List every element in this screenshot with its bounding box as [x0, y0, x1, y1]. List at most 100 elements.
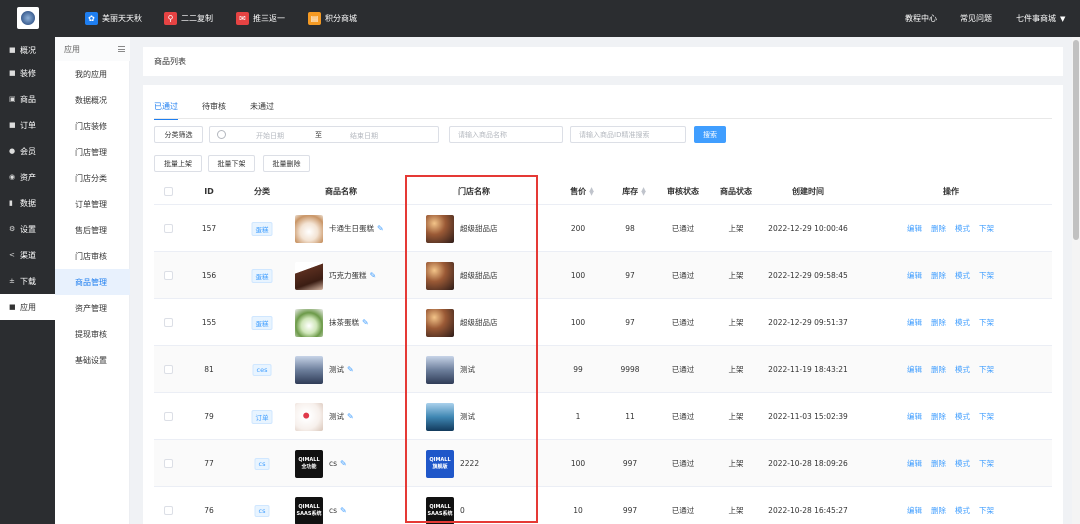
- nav-item-members[interactable]: ● 会员: [0, 138, 55, 164]
- goods-thumbnail[interactable]: QIMALL SAAS系统: [295, 496, 323, 524]
- tab-approved[interactable]: 已通过: [154, 101, 178, 120]
- offline-link[interactable]: 下架: [979, 458, 994, 469]
- shop-menu[interactable]: 七件事商城 ▼: [1016, 13, 1065, 24]
- menu-icon[interactable]: [118, 46, 125, 52]
- page-scrollbar[interactable]: [1072, 37, 1080, 524]
- goods-thumbnail[interactable]: [295, 308, 323, 337]
- subnav-item-goods-manage[interactable]: 商品管理: [55, 269, 130, 295]
- edit-link[interactable]: 编辑: [907, 317, 922, 328]
- sort-icon[interactable]: ▲ ▼: [589, 186, 594, 196]
- col-stock[interactable]: 库存 ▲ ▼: [622, 178, 646, 205]
- subnav-item-my-apps[interactable]: 我的应用: [55, 61, 130, 87]
- logo[interactable]: [17, 7, 39, 29]
- goods-name-input[interactable]: 请输入商品名称: [449, 126, 563, 143]
- nav-item-assets[interactable]: ◉ 资产: [0, 164, 55, 190]
- search-button[interactable]: 搜索: [694, 126, 726, 143]
- tutorial-link[interactable]: 教程中心: [905, 13, 937, 24]
- goods-thumbnail[interactable]: QIMALL 全功能: [295, 449, 323, 478]
- mode-link[interactable]: 模式: [955, 223, 970, 234]
- nav-item-download[interactable]: ± 下载: [0, 268, 55, 294]
- subnav-item-aftersale[interactable]: 售后管理: [55, 217, 130, 243]
- subnav-item-store-manage[interactable]: 门店管理: [55, 139, 130, 165]
- offline-link[interactable]: 下架: [979, 505, 994, 516]
- edit-pencil-icon[interactable]: ✎: [347, 365, 354, 374]
- top-link-3[interactable]: ▤ 积分商城: [308, 11, 357, 25]
- end-date-input[interactable]: 结束日期: [350, 131, 378, 141]
- scrollbar-thumb[interactable]: [1073, 40, 1079, 240]
- nav-item-apps[interactable]: ■ 应用: [0, 294, 55, 320]
- delete-link[interactable]: 删除: [931, 223, 946, 234]
- delete-link[interactable]: 删除: [931, 364, 946, 375]
- date-range-picker[interactable]: 开始日期 至 结束日期: [209, 126, 439, 143]
- start-date-input[interactable]: 开始日期: [256, 131, 284, 141]
- nav-item-settings[interactable]: ⚙ 设置: [0, 216, 55, 242]
- mode-link[interactable]: 模式: [955, 411, 970, 422]
- select-all-checkbox[interactable]: [164, 187, 173, 196]
- edit-pencil-icon[interactable]: ✎: [362, 318, 369, 327]
- offline-link[interactable]: 下架: [979, 223, 994, 234]
- nav-item-data[interactable]: ▮ 数据: [0, 190, 55, 216]
- subnav-item-basic-settings[interactable]: 基础设置: [55, 347, 130, 373]
- edit-pencil-icon[interactable]: ✎: [340, 506, 347, 515]
- goods-thumbnail[interactable]: [295, 214, 323, 243]
- category-filter-button[interactable]: 分类筛选: [154, 126, 203, 143]
- goods-id-input[interactable]: 请输入商品ID精准搜索: [570, 126, 686, 143]
- edit-pencil-icon[interactable]: ✎: [347, 412, 354, 421]
- row-checkbox[interactable]: [164, 412, 173, 421]
- edit-link[interactable]: 编辑: [907, 364, 922, 375]
- row-checkbox[interactable]: [164, 318, 173, 327]
- goods-thumbnail[interactable]: [295, 402, 323, 431]
- goods-thumbnail[interactable]: [295, 355, 323, 384]
- nav-item-channels[interactable]: < 渠道: [0, 242, 55, 268]
- offline-link[interactable]: 下架: [979, 317, 994, 328]
- delete-link[interactable]: 删除: [931, 458, 946, 469]
- top-link-2[interactable]: ✉ 推三返一: [236, 11, 285, 25]
- row-checkbox[interactable]: [164, 506, 173, 515]
- nav-item-orders[interactable]: ■ 订单: [0, 112, 55, 138]
- batch-offline-button[interactable]: 批量下架: [208, 155, 255, 172]
- delete-link[interactable]: 删除: [931, 505, 946, 516]
- edit-pencil-icon[interactable]: ✎: [340, 459, 347, 468]
- edit-pencil-icon[interactable]: ✎: [370, 271, 377, 280]
- faq-link[interactable]: 常见问题: [960, 13, 992, 24]
- row-checkbox[interactable]: [164, 271, 173, 280]
- subnav-item-data-overview[interactable]: 数据概况: [55, 87, 130, 113]
- tab-rejected[interactable]: 未通过: [250, 101, 274, 119]
- delete-link[interactable]: 删除: [931, 270, 946, 281]
- goods-thumbnail[interactable]: [295, 261, 323, 290]
- delete-link[interactable]: 删除: [931, 317, 946, 328]
- tab-pending[interactable]: 待审核: [202, 101, 226, 119]
- subnav-item-store-decor[interactable]: 门店装修: [55, 113, 130, 139]
- edit-link[interactable]: 编辑: [907, 411, 922, 422]
- nav-item-decor[interactable]: ■ 装修: [0, 60, 55, 86]
- top-link-1[interactable]: ⚲ 二二复制: [164, 11, 213, 25]
- edit-pencil-icon[interactable]: ✎: [377, 224, 384, 233]
- batch-delete-button[interactable]: 批量删除: [263, 155, 310, 172]
- row-checkbox[interactable]: [164, 459, 173, 468]
- subnav-item-store-category[interactable]: 门店分类: [55, 165, 130, 191]
- mode-link[interactable]: 模式: [955, 364, 970, 375]
- edit-link[interactable]: 编辑: [907, 458, 922, 469]
- mode-link[interactable]: 模式: [955, 458, 970, 469]
- offline-link[interactable]: 下架: [979, 364, 994, 375]
- subnav-item-store-audit[interactable]: 门店审核: [55, 243, 130, 269]
- subnav-item-withdraw-audit[interactable]: 提现审核: [55, 321, 130, 347]
- offline-link[interactable]: 下架: [979, 270, 994, 281]
- subnav-item-orders[interactable]: 订单管理: [55, 191, 130, 217]
- edit-link[interactable]: 编辑: [907, 223, 922, 234]
- row-checkbox[interactable]: [164, 224, 173, 233]
- delete-link[interactable]: 删除: [931, 411, 946, 422]
- edit-link[interactable]: 编辑: [907, 505, 922, 516]
- mode-link[interactable]: 模式: [955, 317, 970, 328]
- subnav-item-assets[interactable]: 资产管理: [55, 295, 130, 321]
- offline-link[interactable]: 下架: [979, 411, 994, 422]
- sort-icon[interactable]: ▲ ▼: [641, 186, 646, 196]
- top-link-0[interactable]: ✿ 美丽天天秋: [85, 11, 142, 25]
- edit-link[interactable]: 编辑: [907, 270, 922, 281]
- col-price[interactable]: 售价 ▲ ▼: [570, 178, 594, 205]
- nav-item-goods[interactable]: ▣ 商品: [0, 86, 55, 112]
- mode-link[interactable]: 模式: [955, 270, 970, 281]
- mode-link[interactable]: 模式: [955, 505, 970, 516]
- batch-online-button[interactable]: 批量上架: [154, 155, 202, 172]
- row-checkbox[interactable]: [164, 365, 173, 374]
